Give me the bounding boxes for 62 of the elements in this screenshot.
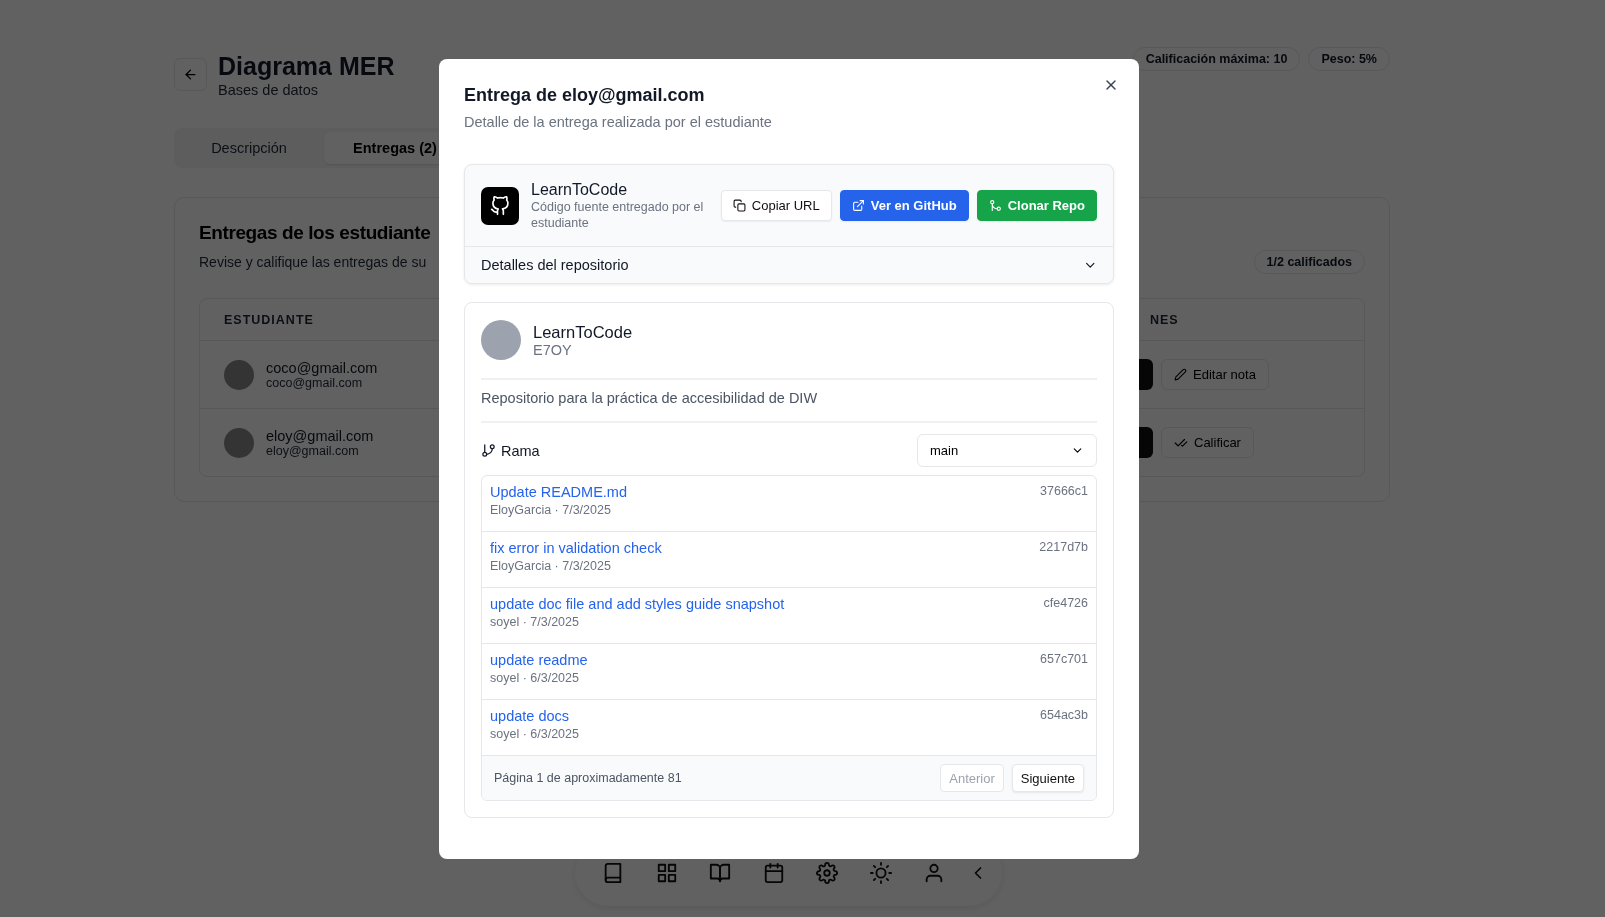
card-title: Entregas de los estudiante (199, 222, 431, 244)
back-button[interactable] (174, 58, 207, 91)
avatar (481, 320, 521, 360)
commit-hash: 657c701 (1040, 652, 1088, 666)
commit-hash: cfe4726 (1043, 596, 1088, 610)
project-name: LearnToCode (533, 322, 633, 342)
branch-select[interactable]: main (917, 434, 1097, 467)
column-header: ESTUDIANTE (224, 312, 314, 327)
external-link-icon (851, 199, 865, 212)
project-owner: E7OY (533, 341, 573, 358)
details-toggle[interactable]: Detalles del repositorio (465, 246, 1113, 283)
pencil-icon (1174, 368, 1187, 381)
graded-count-badge: 1/2 calificados (1253, 250, 1365, 274)
card-subtitle: Revise y califique las entregas de su (199, 254, 428, 270)
page-subtitle: Bases de datos (218, 82, 319, 98)
branch-label: Rama (481, 442, 540, 459)
grade-button[interactable]: Editar nota (1161, 359, 1269, 390)
commit-meta: soyel · 6/3/2025 (490, 727, 579, 741)
repo-name: LearnToCode (531, 180, 629, 199)
dialog-subtitle: Detalle de la entrega realizada por el estudiante (464, 114, 773, 130)
avatar (224, 359, 254, 390)
commit-link[interactable]: Update README.md (490, 484, 627, 500)
commit-hash: 37666c1 (1040, 484, 1088, 498)
settings-icon (816, 862, 839, 884)
avatar (224, 427, 254, 458)
commit-link[interactable]: update doc file and add styles guide snapshot (490, 596, 785, 612)
branch-icon (481, 443, 496, 458)
calendar-icon (762, 862, 785, 884)
commit-link[interactable]: fix error in validation check (490, 540, 662, 556)
commit-meta: soyel · 6/3/2025 (490, 671, 580, 685)
info-badge: Peso: 5% (1308, 47, 1390, 71)
github-button[interactable]: Ver en GitHub (839, 190, 969, 221)
column-header: NES (1150, 312, 1180, 327)
repo-description: Código fuente entregado por el estudiante (531, 198, 705, 231)
dialog-title: Entrega de eloy@gmail.com (464, 85, 705, 106)
copy-button[interactable]: Copiar URL (720, 190, 832, 221)
commit-link[interactable]: update docs (490, 708, 579, 724)
grade-button[interactable]: Calificar (1161, 427, 1254, 458)
page-info: Página 1 de aproximadamente 81 (494, 771, 682, 785)
arrow-left-icon (183, 67, 198, 82)
commit-link[interactable]: update readme (490, 652, 588, 668)
grid-icon (655, 862, 678, 884)
student-name: eloy@gmail.com (266, 427, 374, 444)
page-button[interactable]: Siguiente (1011, 764, 1084, 792)
project-description: Repositorio para la práctica de accesibilidad de DIW (481, 380, 1097, 423)
info-badge: Calificación máxima: 10 (1132, 47, 1301, 71)
copy-icon (732, 199, 746, 212)
sun-icon (869, 862, 892, 884)
commit-hash: 654ac3b (1040, 708, 1088, 722)
commit-meta: soyel · 7/3/2025 (490, 615, 580, 629)
student-email: eloy@gmail.com (266, 443, 359, 458)
notebook-icon (602, 862, 624, 884)
github-logo-icon (481, 186, 519, 225)
student-name: coco@gmail.com (266, 359, 378, 376)
tab[interactable]: Descripción (178, 132, 320, 164)
student-email: coco@gmail.com (266, 375, 363, 390)
commit-meta: EloyGarcia · 7/3/2025 (490, 559, 612, 573)
page-title: Diagrama MER (218, 51, 395, 82)
clone-icon (988, 199, 1002, 212)
commit-meta: EloyGarcia · 7/3/2025 (490, 503, 612, 517)
commit-hash: 2217d7b (1039, 540, 1088, 554)
clone-button[interactable]: Clonar Repo (976, 190, 1097, 221)
